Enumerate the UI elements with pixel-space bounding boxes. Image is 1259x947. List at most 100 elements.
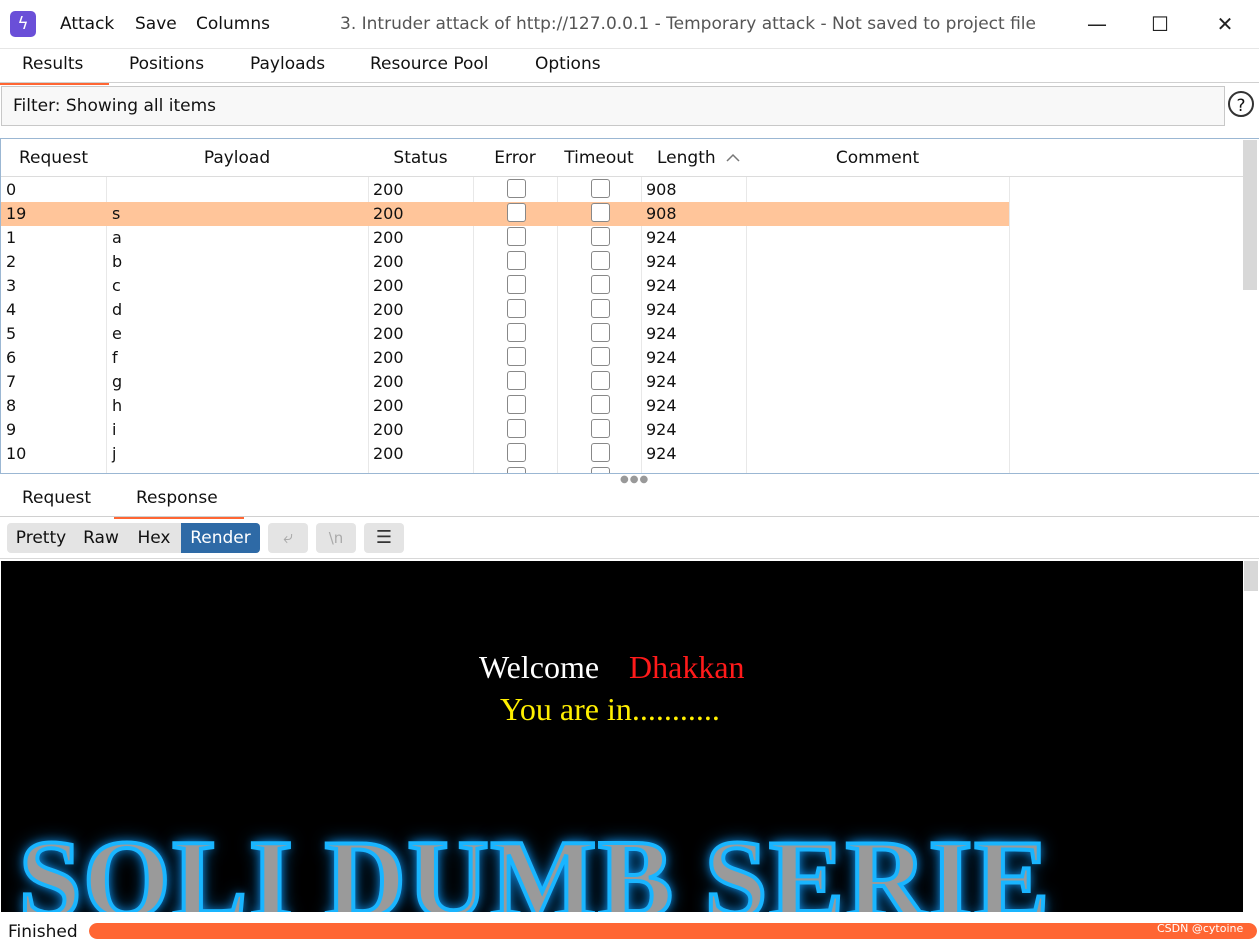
timeout-checkbox[interactable] [591,299,610,318]
cell-payload: c [112,276,121,295]
error-checkbox[interactable] [507,347,526,366]
error-checkbox[interactable] [507,419,526,438]
error-checkbox[interactable] [507,251,526,270]
table-row[interactable] [1,466,1009,473]
timeout-checkbox[interactable] [591,467,610,473]
table-row[interactable]: 0 200 908 [1,178,1009,202]
timeout-checkbox[interactable] [591,347,610,366]
help-icon[interactable]: ? [1228,91,1254,117]
cell-status: 200 [373,276,404,295]
tab-response[interactable]: Response [114,488,244,519]
cell-length: 924 [646,348,677,367]
column-payload[interactable]: Payload [106,139,369,177]
cell-length: 924 [646,324,677,343]
wrap-icon[interactable]: ⤶ [268,523,308,553]
timeout-checkbox[interactable] [591,395,610,414]
menu-attack[interactable]: Attack [60,14,114,34]
newline-icon[interactable]: \n [316,523,356,553]
table-row[interactable]: 1 a 200 924 [1,226,1009,250]
timeout-checkbox[interactable] [591,419,610,438]
error-checkbox[interactable] [507,227,526,246]
cell-status: 200 [373,444,404,463]
cell-length: 924 [646,372,677,391]
error-checkbox[interactable] [507,395,526,414]
view-hex[interactable]: Hex [127,523,181,553]
error-checkbox[interactable] [507,443,526,462]
cell-length: 924 [646,276,677,295]
cell-payload: i [112,420,117,439]
filter-bar[interactable]: Filter: Showing all items [1,86,1225,126]
table-row[interactable]: 6 f 200 924 [1,346,1009,370]
tab-options[interactable]: Options [535,54,601,74]
minimize-icon[interactable]: — [1074,8,1120,40]
tab-payloads[interactable]: Payloads [250,54,325,74]
column-request[interactable]: Request [1,139,107,177]
close-icon[interactable]: ✕ [1202,8,1248,40]
tab-resource-pool[interactable]: Resource Pool [370,54,489,74]
column-timeout[interactable]: Timeout [557,139,642,177]
menu-save[interactable]: Save [135,14,177,34]
cell-payload: j [112,444,117,463]
timeout-checkbox[interactable] [591,227,610,246]
timeout-checkbox[interactable] [591,179,610,198]
tab-request[interactable]: Request [22,488,91,508]
timeout-checkbox[interactable] [591,251,610,270]
main-tabs: Results Positions Payloads Resource Pool… [0,48,1259,85]
table-row[interactable]: 5 e 200 924 [1,322,1009,346]
cell-request: 2 [6,252,17,271]
table-row[interactable]: 10 j 200 924 [1,442,1009,466]
table-scrollbar[interactable] [1243,140,1257,290]
timeout-checkbox[interactable] [591,323,610,342]
cell-length: 924 [646,228,677,247]
timeout-checkbox[interactable] [591,275,610,294]
cell-status: 200 [373,228,404,247]
error-checkbox[interactable] [507,371,526,390]
tab-results[interactable]: Results [0,54,110,85]
timeout-checkbox[interactable] [591,443,610,462]
timeout-checkbox[interactable] [591,203,610,222]
column-comment[interactable]: Comment [746,139,1010,177]
view-raw[interactable]: Raw [75,523,127,553]
cell-request: 6 [6,348,17,367]
title-bar: ϟ Attack Save Columns 3. Intruder attack… [0,0,1259,49]
table-row[interactable]: 3 c 200 924 [1,274,1009,298]
render-scrollbar[interactable] [1244,561,1258,591]
menu-icon[interactable]: ☰ [364,523,404,553]
table-row[interactable]: 2 b 200 924 [1,250,1009,274]
menu-columns[interactable]: Columns [196,14,270,34]
cell-length: 924 [646,396,677,415]
view-render[interactable]: Render [181,523,260,553]
table-row[interactable]: 9 i 200 924 [1,418,1009,442]
status-text: Finished [8,922,78,942]
table-row[interactable]: 7 g 200 924 [1,370,1009,394]
error-checkbox[interactable] [507,467,526,473]
error-checkbox[interactable] [507,203,526,222]
table-row[interactable]: 4 d 200 924 [1,298,1009,322]
column-error[interactable]: Error [473,139,558,177]
cell-status: 200 [373,252,404,271]
error-checkbox[interactable] [507,323,526,342]
cell-status: 200 [373,180,404,199]
column-status[interactable]: Status [368,139,474,177]
render-pane: Welcome Dhakkan You are in........... SOL… [1,561,1243,912]
table-row[interactable]: 19 s 200 908 [1,202,1009,226]
cell-length: 924 [646,444,677,463]
error-checkbox[interactable] [507,299,526,318]
error-checkbox[interactable] [507,179,526,198]
tab-positions[interactable]: Positions [129,54,204,74]
cell-status: 200 [373,396,404,415]
sort-ascending-icon [726,153,740,162]
maximize-icon[interactable]: ☐ [1137,8,1183,40]
cell-request: 10 [6,444,27,463]
cell-request: 8 [6,396,17,415]
error-checkbox[interactable] [507,275,526,294]
cell-length: 924 [646,420,677,439]
column-length[interactable]: Length [641,139,747,177]
welcome-name: Dhakkan [629,649,745,685]
cell-payload: s [112,204,121,223]
timeout-checkbox[interactable] [591,371,610,390]
cell-payload: b [112,252,123,271]
welcome-line: Welcome Dhakkan [479,649,745,686]
table-row[interactable]: 8 h 200 924 [1,394,1009,418]
view-pretty[interactable]: Pretty [7,523,75,553]
